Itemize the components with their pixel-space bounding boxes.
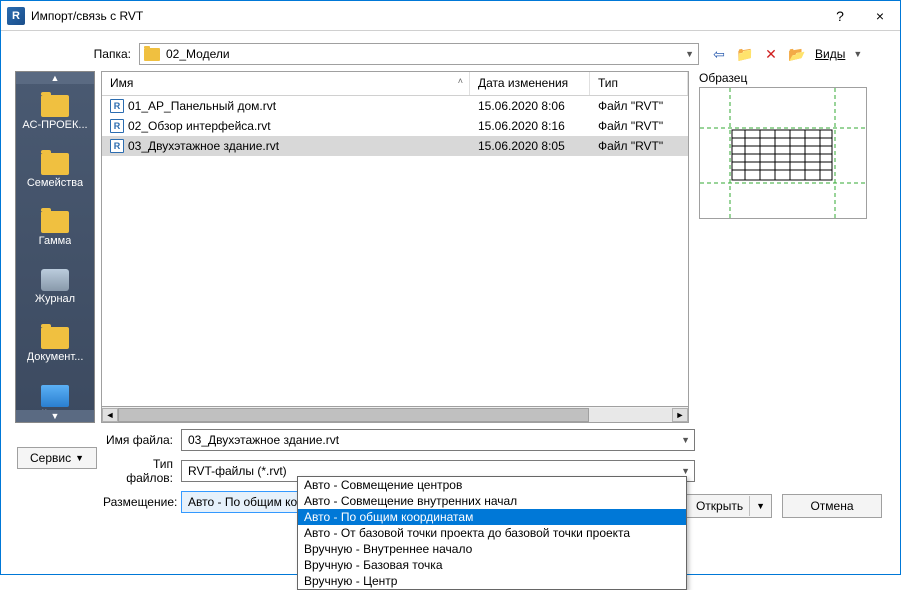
dropdown-option[interactable]: Вручную - Центр [298, 573, 686, 589]
new-folder-icon[interactable]: 📂 [787, 44, 807, 64]
file-list: Имя˄ Дата изменения Тип R 01_АР_Панельный… [101, 71, 689, 407]
places-item-label: Журнал [35, 293, 75, 305]
places-item[interactable]: Гамма [16, 200, 94, 258]
file-date: 15.06.2020 8:16 [470, 119, 590, 133]
rvt-file-icon: R [110, 139, 124, 153]
column-header-type[interactable]: Тип [590, 72, 688, 95]
horizontal-scrollbar[interactable]: ◄ ► [101, 407, 689, 423]
folder-icon [41, 211, 69, 233]
folder-icon [144, 48, 160, 61]
up-folder-icon[interactable]: 📁 [735, 44, 755, 64]
places-item-label: Семейства [27, 177, 83, 189]
filetype-label: Тип файлов: [103, 457, 181, 485]
dropdown-option[interactable]: Авто - Совмещение центров [298, 477, 686, 493]
places-scroll-up[interactable]: ▲ [16, 72, 94, 84]
scroll-right-icon[interactable]: ► [672, 408, 688, 422]
places-scroll-down[interactable]: ▼ [16, 410, 94, 422]
preview-thumbnail [699, 87, 867, 219]
positioning-label: Размещение: [103, 495, 181, 509]
folder-label: Папка: [89, 47, 139, 61]
places-item[interactable]: Журнал [16, 258, 94, 316]
rvt-file-icon: R [110, 119, 124, 133]
places-item[interactable]: Документ... [16, 316, 94, 374]
app-icon: R [7, 7, 25, 25]
file-date: 15.06.2020 8:06 [470, 99, 590, 113]
places-bar: ▲ АС-ПРОЕК... Семейства Гамма Журнал Докумен… [15, 71, 95, 423]
column-header-name[interactable]: Имя˄ [102, 72, 470, 95]
places-item[interactable]: Мой комп... [16, 374, 94, 410]
scroll-thumb[interactable] [118, 408, 589, 422]
file-dialog: R Импорт/связь с RVT ? × Папка: 02_Модел… [0, 0, 901, 575]
places-item[interactable]: АС-ПРОЕК... [16, 84, 94, 142]
dropdown-option[interactable]: Вручную - Базовая точка [298, 557, 686, 573]
preview-label: Образец [695, 71, 873, 85]
window-title: Импорт/связь с RVT [31, 9, 820, 23]
close-button[interactable]: × [860, 1, 900, 31]
file-name: 02_Обзор интерфейса.rvt [128, 119, 271, 133]
dropdown-option[interactable]: Авто - От базовой точки проекта до базов… [298, 525, 686, 541]
places-item-label: АС-ПРОЕК... [22, 119, 87, 131]
rvt-file-icon: R [110, 99, 124, 113]
chevron-down-icon: ▼ [681, 466, 690, 476]
open-button[interactable]: Открыть ▼ [677, 494, 772, 518]
file-name: 01_АР_Панельный дом.rvt [128, 99, 276, 113]
file-date: 15.06.2020 8:05 [470, 139, 590, 153]
positioning-dropdown: Авто - Совмещение центровАвто - Совмещен… [297, 476, 687, 590]
folder-value: 02_Модели [166, 47, 230, 61]
folder-icon [41, 153, 69, 175]
file-type: Файл "RVT" [590, 119, 688, 133]
help-button[interactable]: ? [820, 1, 860, 31]
comp-icon [41, 385, 69, 407]
file-type: Файл "RVT" [590, 99, 688, 113]
chevron-down-icon: ▼ [75, 453, 84, 463]
chevron-down-icon[interactable]: ▼ [853, 49, 862, 59]
folder-icon [41, 327, 69, 349]
service-button[interactable]: Сервис ▼ [17, 447, 97, 469]
file-name: 03_Двухэтажное здание.rvt [128, 139, 279, 153]
dropdown-option[interactable]: Вручную - Внутреннее начало [298, 541, 686, 557]
delete-icon[interactable]: ✕ [761, 44, 781, 64]
file-row[interactable]: R 03_Двухэтажное здание.rvt 15.06.2020 8:0… [102, 136, 688, 156]
column-header-date[interactable]: Дата изменения [470, 72, 590, 95]
dropdown-option[interactable]: Авто - Совмещение внутренних начал [298, 493, 686, 509]
file-row[interactable]: R 01_АР_Панельный дом.rvt 15.06.2020 8:06Ф… [102, 96, 688, 116]
folder-combo[interactable]: 02_Модели ▼ [139, 43, 699, 65]
filetype-value: RVT-файлы (*.rvt) [188, 464, 287, 478]
places-item[interactable]: Семейства [16, 142, 94, 200]
cancel-button[interactable]: Отмена [782, 494, 882, 518]
nav-back-icon[interactable]: ⇦ [709, 44, 729, 64]
dropdown-option[interactable]: Авто - По общим координатам [298, 509, 686, 525]
views-button[interactable]: Виды [815, 47, 845, 61]
filename-label: Имя файла: [103, 433, 181, 447]
places-item-label: Документ... [27, 351, 84, 363]
scroll-left-icon[interactable]: ◄ [102, 408, 118, 422]
titlebar: R Импорт/связь с RVT ? × [1, 1, 900, 31]
chevron-down-icon[interactable]: ▼ [756, 501, 765, 511]
chevron-down-icon: ▼ [685, 49, 694, 59]
places-item-label: Гамма [39, 235, 72, 247]
chevron-down-icon: ▼ [681, 435, 690, 445]
journal-icon [41, 269, 69, 291]
file-row[interactable]: R 02_Обзор интерфейса.rvt 15.06.2020 8:16Ф… [102, 116, 688, 136]
file-type: Файл "RVT" [590, 139, 688, 153]
filename-value: 03_Двухэтажное здание.rvt [188, 433, 339, 447]
folder-icon [41, 95, 69, 117]
filename-combo[interactable]: 03_Двухэтажное здание.rvt ▼ [181, 429, 695, 451]
